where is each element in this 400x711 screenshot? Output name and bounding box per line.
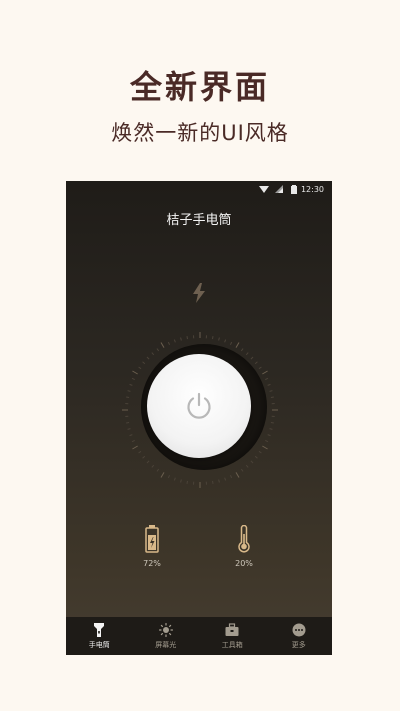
- dial-tick: [156, 348, 160, 352]
- dial-tick: [250, 356, 254, 360]
- toolbox-icon: [225, 623, 239, 636]
- thermometer-icon: [238, 525, 250, 553]
- dial-tick: [270, 396, 274, 398]
- dial-tick: [269, 390, 273, 392]
- flashlight-icon: [94, 623, 105, 637]
- dial-tick: [254, 361, 258, 365]
- dial-tick: [212, 336, 214, 340]
- dial-tick: [267, 434, 271, 437]
- dial-tick: [265, 439, 269, 443]
- nav-item-flashlight[interactable]: 手电筒: [66, 617, 133, 655]
- dial-tick: [269, 428, 273, 430]
- nav-label-toolbox: 工具箱: [221, 641, 243, 649]
- dial-tick: [235, 342, 240, 348]
- nav-item-toolbox[interactable]: 工具箱: [199, 617, 266, 655]
- dial-tick: [131, 439, 135, 443]
- dial-tick: [267, 383, 271, 386]
- dial-tick: [129, 434, 133, 437]
- dial-tick: [129, 383, 133, 386]
- promo-subtitle: 焕然一新的UI风格: [111, 121, 289, 145]
- dial-tick: [240, 468, 244, 472]
- dial-tick: [258, 366, 262, 370]
- dial-tick: [262, 445, 268, 450]
- dial-tick: [132, 445, 138, 450]
- promo-title: 全新界面: [129, 68, 270, 106]
- dial-tick: [167, 341, 171, 345]
- dial-tick: [127, 428, 131, 430]
- dial-tick: [160, 472, 165, 478]
- battery-stat: 72%: [122, 525, 182, 568]
- dial-tick: [270, 422, 274, 424]
- battery-level-icon: [145, 525, 159, 553]
- dial-tick: [151, 464, 155, 468]
- app-title: 桔子手电筒: [166, 213, 232, 228]
- temperature-value: 20%: [235, 559, 253, 568]
- dial-tick: [186, 336, 188, 340]
- dial-tick: [212, 480, 214, 484]
- dial-tick: [151, 352, 155, 356]
- nav-label-flashlight: 手电筒: [88, 641, 110, 649]
- nav-label-more: 更多: [291, 641, 306, 649]
- status-time: 12:30: [300, 185, 324, 194]
- dial-tick: [127, 390, 131, 392]
- power-icon: [187, 392, 211, 419]
- dial-tick: [186, 480, 188, 484]
- dial-tick: [180, 337, 182, 341]
- dial-tick: [229, 475, 233, 479]
- dial-tick: [167, 475, 171, 479]
- phone-screen: 12:30 桔子手电筒 72% 20% 手电筒 屏幕光 工具箱 更多: [66, 181, 332, 655]
- dial-tick: [218, 337, 220, 341]
- dial-tick: [180, 479, 182, 483]
- dial-tick: [142, 455, 146, 459]
- battery-icon: [291, 185, 297, 194]
- dial-tick: [146, 356, 150, 360]
- dial-tick: [173, 477, 176, 481]
- dial-tick: [240, 348, 244, 352]
- dial-tick: [160, 342, 165, 348]
- lightning-icon[interactable]: [192, 283, 206, 303]
- sun-icon: [158, 623, 173, 637]
- power-button[interactable]: [147, 354, 251, 458]
- temperature-stat: 20%: [214, 525, 274, 568]
- dial-tick: [218, 479, 220, 483]
- nav-item-more[interactable]: 更多: [266, 617, 333, 655]
- dial-tick: [254, 455, 258, 459]
- wifi-icon: [259, 186, 269, 193]
- dial-tick: [156, 468, 160, 472]
- dial-tick: [245, 464, 249, 468]
- status-bar: 12:30: [66, 181, 332, 199]
- dial-tick: [258, 450, 262, 454]
- dial-tick: [245, 352, 249, 356]
- dial-tick: [138, 366, 142, 370]
- dial-tick: [224, 339, 227, 343]
- signal-icon: [275, 185, 283, 193]
- dial-tick: [126, 396, 130, 398]
- dial-tick: [138, 450, 142, 454]
- dial-tick: [173, 339, 176, 343]
- dial-tick: [250, 460, 254, 464]
- more-icon: [292, 623, 306, 637]
- dial-tick: [265, 377, 269, 381]
- dial-tick: [142, 361, 146, 365]
- dial-tick: [126, 422, 130, 424]
- dial-tick: [146, 460, 150, 464]
- dial-tick: [132, 370, 138, 375]
- nav-label-screen-light: 屏幕光: [155, 641, 177, 649]
- dial-tick: [224, 477, 227, 481]
- bottom-nav: 手电筒 屏幕光 工具箱 更多: [66, 617, 332, 655]
- nav-item-screen-light[interactable]: 屏幕光: [133, 617, 200, 655]
- dial-tick: [262, 370, 268, 375]
- battery-value: 72%: [143, 559, 161, 568]
- dial-tick: [235, 472, 240, 478]
- dial-tick: [131, 377, 135, 381]
- dial-tick: [229, 341, 233, 345]
